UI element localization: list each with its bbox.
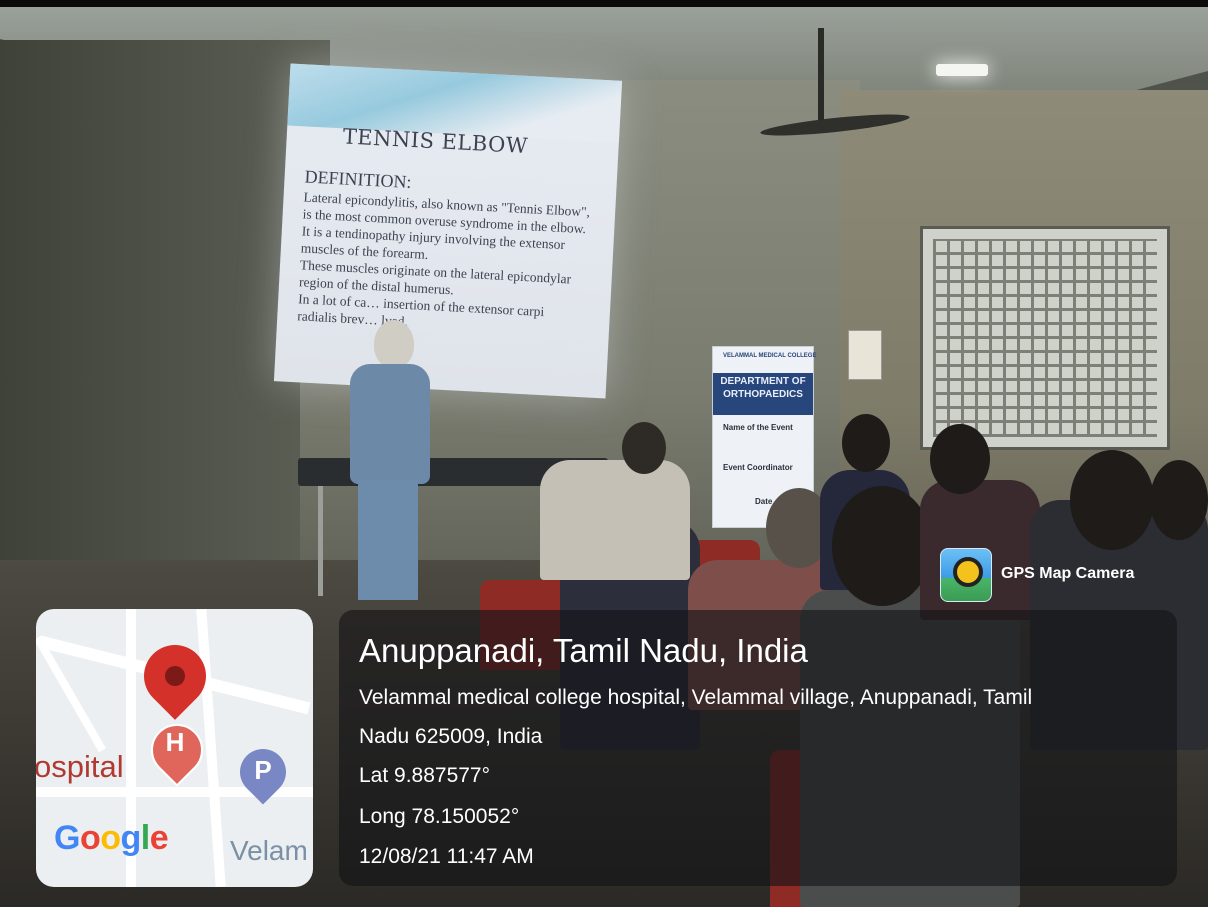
- address-line-1: Velammal medical college hospital, Velam…: [359, 686, 1033, 709]
- gps-map-camera-icon: [940, 548, 992, 602]
- map-area-label: Velam: [230, 835, 308, 866]
- photo-scene: TENNIS ELBOW DEFINITION: Lateral epicond…: [0, 0, 1208, 907]
- ceiling-fan-rod: [818, 28, 824, 128]
- table-leg: [318, 486, 323, 596]
- banner-department-line1: DEPARTMENT OF: [720, 376, 806, 387]
- projected-slide: TENNIS ELBOW DEFINITION: Lateral epicond…: [273, 63, 623, 399]
- presenter-body: [350, 364, 430, 484]
- banner-college: VELAMMAL MEDICAL COLLEGE: [723, 353, 817, 359]
- slide-body: Lateral epicondylitis, also known as "Te…: [297, 188, 614, 340]
- map-thumbnail[interactable]: ospital Velam H P Google: [36, 609, 313, 887]
- timestamp: 12/08/21 11:47 AM: [359, 845, 534, 868]
- gps-app-name: GPS Map Camera: [1001, 565, 1135, 582]
- top-border: [0, 0, 1208, 7]
- audience-head: [842, 414, 890, 472]
- audience-head: [1150, 460, 1208, 540]
- wall-poster: [848, 330, 882, 380]
- location-pin-dot: [165, 666, 185, 686]
- google-logo: Google: [54, 819, 169, 857]
- longitude-value: Long 78.150052°: [359, 805, 520, 828]
- address-line-2: Nadu 625009, India: [359, 725, 543, 748]
- audience-head: [930, 424, 990, 494]
- presenter-head: [374, 320, 414, 368]
- presenter: [350, 320, 430, 600]
- presenter-legs: [358, 480, 418, 600]
- map-place-label: ospital: [36, 749, 124, 784]
- gps-lens-ring: [953, 557, 983, 587]
- audience-head: [1070, 450, 1154, 550]
- audience-head: [622, 422, 666, 474]
- ceiling-light: [936, 64, 988, 76]
- location-title: Anuppanadi, Tamil Nadu, India: [359, 632, 808, 669]
- latitude-value: Lat 9.887577°: [359, 764, 491, 787]
- hospital-icon-letter: H: [165, 727, 185, 757]
- audience-head: [832, 486, 932, 606]
- gps-app-badge: GPS Map Camera: [938, 548, 1188, 602]
- parking-icon-letter: P: [254, 755, 272, 785]
- audience-member: [540, 460, 690, 580]
